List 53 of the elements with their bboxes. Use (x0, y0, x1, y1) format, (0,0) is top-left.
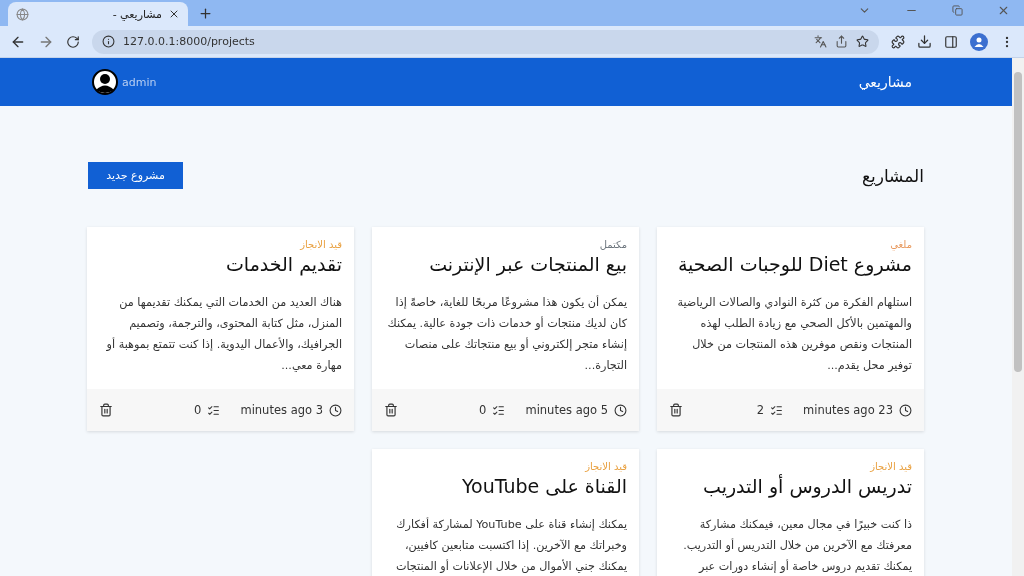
share-icon[interactable] (835, 35, 848, 48)
star-icon[interactable] (856, 35, 869, 48)
new-tab-icon[interactable] (198, 6, 213, 21)
tab-title: مشاريعي - (111, 7, 162, 21)
project-title[interactable]: القناة على YouTube (384, 472, 627, 500)
close-icon[interactable] (168, 8, 180, 20)
brand-link[interactable]: مشاريعي (858, 74, 912, 90)
trash-icon[interactable] (669, 403, 683, 417)
user-name[interactable]: admin (122, 75, 157, 89)
list-icon (207, 403, 221, 417)
download-icon[interactable] (917, 34, 932, 49)
project-status: ملغي (889, 239, 912, 250)
project-description: يمكنك إنشاء قناة على YouTube لمشاركة أفكارك وخبراتك مع الآخرين. إذا اكتسبت متابعين كافيين، يمكنك جني الأموال من خلال الإعلانات أو المنتجات (394, 516, 627, 575)
project-title[interactable]: مشروع Diet للوجبات الصحية (669, 250, 912, 278)
url-text: 127.0.0.1:8000/projects (123, 35, 256, 48)
browser-tab[interactable]: مشاريعي - (8, 2, 188, 26)
project-status: قيد الانجاز (868, 461, 912, 472)
task-count: 0 (194, 403, 202, 417)
info-icon[interactable] (102, 35, 115, 48)
project-status: قيد الانجاز (298, 239, 342, 250)
list-icon (492, 403, 506, 417)
avatar-icon[interactable] (92, 69, 118, 95)
project-description: ذا كنت خبيرًا في مجال معين، فيمكنك مشاركة معرفتك مع الآخرين من خلال التدريس أو التدريب. يمكنك تقديم دروس خاصة أو إنشاء دورات عبر (682, 517, 912, 575)
trash-icon[interactable] (99, 403, 113, 417)
time-ago: minutes ago 3 (240, 403, 323, 417)
new-project-button[interactable]: مشروع جديد (88, 162, 183, 189)
trash-icon[interactable] (384, 403, 398, 417)
project-status: قيد الانجاز (583, 461, 627, 472)
time-ago: minutes ago 23 (803, 403, 893, 417)
project-title[interactable]: تدريس الدروس أو التدريب (669, 472, 912, 500)
task-count: 0 (479, 403, 487, 417)
project-title[interactable]: تقديم الخدمات (99, 250, 342, 278)
list-icon (770, 403, 784, 417)
project-description: استلهام الفكرة من كثرة النوادي والصالات الرياضية والمهتمين بالأكل الصحي مع زيادة الطلب لهذه المنتجات ونقص موفرين هذه المنتجات من خلال توفير محل يقدم... (676, 295, 912, 374)
puzzle-icon[interactable] (891, 34, 905, 49)
translate-icon[interactable] (814, 35, 827, 48)
globe-icon (16, 7, 29, 21)
project-status: مكتمل (598, 239, 627, 250)
page-heading: المشاريع (861, 165, 924, 186)
clock-icon (614, 403, 627, 417)
clock-icon (899, 403, 912, 417)
task-count: 2 (756, 403, 765, 417)
side-panel-icon[interactable] (944, 34, 958, 49)
profile-icon[interactable] (970, 32, 988, 51)
reload-icon[interactable] (66, 34, 80, 49)
project-description: هناك العديد من الخدمات التي يمكنك تقديمها من المنزل، مثل كتابة المحتوى، والترجمة، وتصميم الجرافيك، والأعمال اليدوية. إذا كنت تتمتع بموهبة أو مهارة معي... (105, 295, 342, 374)
scrollbar-thumb[interactable] (1014, 72, 1022, 372)
address-bar[interactable]: 127.0.0.1:8000/projects (92, 29, 879, 54)
project-description: يمكن أن يكون هذا مشروعًا مربحًا للغاية، خاصةً إذا كان لديك منتجات أو خدمات ذات جودة عالية. يمكنك إنشاء متجر إلكتروني أو بيع منتجاتك على منصات التجارة... (386, 294, 627, 374)
clock-icon (329, 403, 342, 417)
restore-icon[interactable] (952, 3, 963, 17)
time-ago: minutes ago 5 (525, 403, 608, 417)
project-title[interactable]: بيع المنتجات عبر الإنترنت (384, 250, 627, 278)
